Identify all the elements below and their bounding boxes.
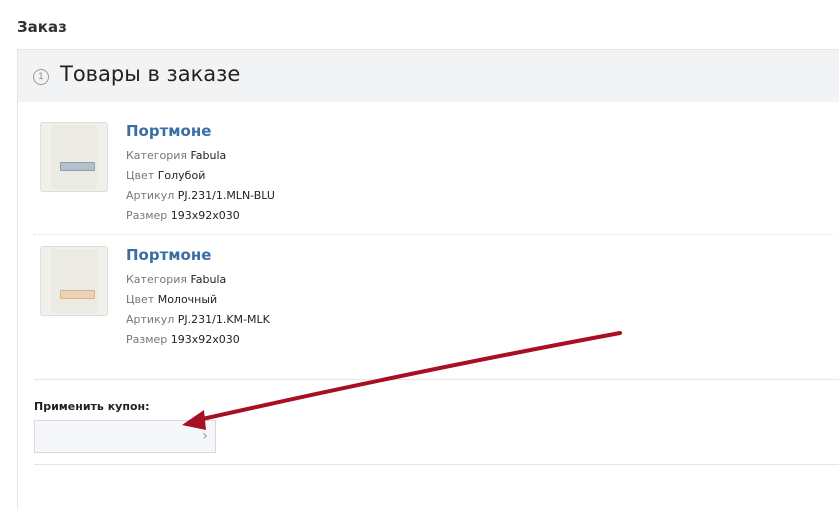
product-item: Портмоне Категория Fabula Цвет Голубой А… [34, 122, 834, 235]
article-value: PJ.231/1.MLN-BLU [177, 189, 275, 202]
section-divider [34, 464, 839, 465]
wallet-image-icon [60, 162, 95, 171]
article-value: PJ.231/1.KM-MLK [177, 313, 270, 326]
section-header[interactable]: 1 Товары в заказе [18, 50, 839, 102]
category-value: Fabula [190, 149, 227, 162]
product-image [51, 249, 97, 313]
order-items-panel: 1 Товары в заказе Портмоне Категория Fab… [17, 49, 839, 509]
article-label: Артикул [126, 189, 175, 202]
product-article: Артикул PJ.231/1.MLN-BLU [126, 189, 275, 202]
section-title: Товары в заказе [60, 62, 241, 86]
product-color: Цвет Молочный [126, 293, 217, 306]
section-divider [34, 379, 839, 380]
product-thumbnail[interactable] [40, 122, 108, 192]
size-value: 193x92x030 [170, 333, 240, 346]
product-item: Портмоне Категория Fabula Цвет Молочный … [34, 246, 834, 358]
coupon-apply-chevron-icon[interactable]: › [195, 421, 215, 452]
product-name-link[interactable]: Портмоне [126, 122, 211, 140]
color-label: Цвет [126, 293, 155, 306]
product-name-link[interactable]: Портмоне [126, 246, 211, 264]
product-article: Артикул PJ.231/1.KM-MLK [126, 313, 270, 326]
product-color: Цвет Голубой [126, 169, 205, 182]
category-value: Fabula [190, 273, 227, 286]
coupon-field[interactable]: › [34, 420, 216, 453]
size-value: 193x92x030 [170, 209, 240, 222]
step-number-icon: 1 [33, 69, 49, 85]
size-label: Размер [126, 333, 168, 346]
color-label: Цвет [126, 169, 155, 182]
category-label: Категория [126, 149, 187, 162]
color-value: Молочный [157, 293, 218, 306]
product-thumbnail[interactable] [40, 246, 108, 316]
wallet-image-icon [60, 290, 95, 299]
coupon-label: Применить купон: [34, 400, 150, 413]
product-image [51, 125, 97, 189]
product-size: Размер 193x92x030 [126, 333, 240, 346]
product-category: Категория Fabula [126, 149, 226, 162]
product-size: Размер 193x92x030 [126, 209, 240, 222]
product-category: Категория Fabula [126, 273, 226, 286]
category-label: Категория [126, 273, 187, 286]
size-label: Размер [126, 209, 168, 222]
article-label: Артикул [126, 313, 175, 326]
color-value: Голубой [157, 169, 206, 182]
coupon-input[interactable] [35, 421, 195, 452]
page-title: Заказ [17, 18, 67, 36]
